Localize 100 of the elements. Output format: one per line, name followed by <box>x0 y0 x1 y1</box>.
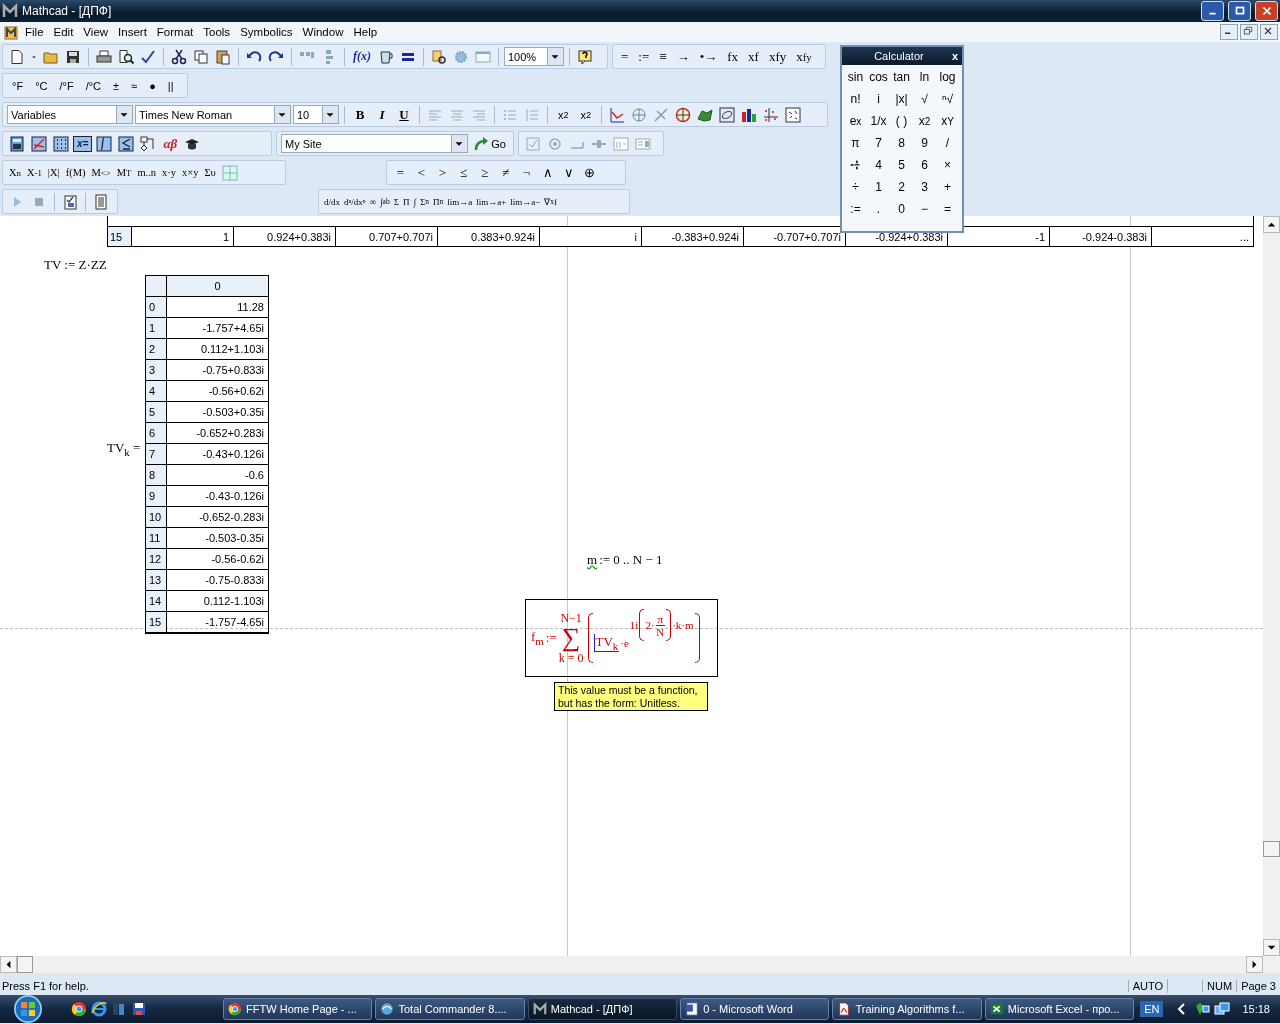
curved-arrow-icon[interactable] <box>473 135 490 152</box>
calculator-key[interactable]: |x| <box>890 88 913 110</box>
calculator-key[interactable]: 1 <box>867 176 890 198</box>
boolean-button[interactable]: > <box>433 162 452 183</box>
vertical-scrollbar[interactable] <box>1263 216 1280 956</box>
calculus-button[interactable]: dⁿ/dxⁿ <box>343 191 367 212</box>
boolean-button[interactable]: ⊕ <box>580 162 599 183</box>
calculator-key[interactable]: 3 <box>913 176 936 198</box>
unit-button[interactable]: /°F <box>54 75 79 96</box>
unit-button[interactable]: °C <box>30 75 53 96</box>
calculus-button[interactable]: ∫ <box>412 191 417 212</box>
unit-button[interactable]: ≈ <box>126 75 143 96</box>
go-button[interactable]: Go <box>470 133 509 154</box>
word-document-icon[interactable] <box>685 1002 700 1016</box>
scroll-thumb[interactable] <box>1263 841 1280 857</box>
calculator-key[interactable]: ÷ <box>844 176 867 198</box>
calculator-key[interactable]: × <box>936 154 959 176</box>
scroll-left-icon[interactable] <box>0 956 17 973</box>
operator-button[interactable]: := <box>634 46 654 67</box>
round-logo-icon[interactable] <box>70 1001 87 1017</box>
calculator-key[interactable]: cos <box>867 66 890 88</box>
calculator-key[interactable]: = <box>936 198 959 220</box>
boolean-button[interactable]: ¬ <box>517 162 536 183</box>
calculator-icon[interactable] <box>7 133 27 154</box>
operator-button[interactable]: •→ <box>695 46 722 67</box>
calculator-key[interactable]: 2 <box>890 176 913 198</box>
menu-item[interactable]: Window <box>297 26 349 38</box>
operator-button[interactable]: xfy <box>764 46 791 67</box>
menu-item[interactable]: File <box>20 26 49 38</box>
calculator-key[interactable]: + <box>936 176 959 198</box>
scroll-up-icon[interactable] <box>1263 216 1280 233</box>
globe-swirl-icon[interactable] <box>380 1002 395 1016</box>
style-dropdown[interactable]: Variables <box>7 105 133 124</box>
dot-grid-icon[interactable] <box>51 133 71 154</box>
calculus-button[interactable]: d/dx <box>323 191 341 212</box>
calculator-key[interactable]: . <box>867 198 890 220</box>
unit-button[interactable]: °F <box>7 75 29 96</box>
graph-axes-icon[interactable] <box>29 133 49 154</box>
boolean-button[interactable]: ≠ <box>496 162 515 183</box>
calculus-button[interactable]: lim→a <box>446 191 474 212</box>
book-stack-icon[interactable] <box>110 1001 127 1017</box>
scroll-right-icon[interactable] <box>1246 956 1263 973</box>
evaluation-button[interactable]: x= <box>73 135 93 152</box>
calculator-key[interactable]: 8 <box>890 132 913 154</box>
calculator-key[interactable]: ⁿ√ <box>936 88 959 110</box>
calculator-key[interactable]: tan <box>890 66 913 88</box>
operator-button[interactable]: → <box>672 46 694 67</box>
horizontal-scrollbar[interactable] <box>0 956 1280 973</box>
integral-box-icon[interactable] <box>94 133 115 154</box>
calculator-key[interactable]: / <box>936 132 959 154</box>
calculator-key[interactable]: 5 <box>890 154 913 176</box>
contour-icon[interactable] <box>717 104 738 125</box>
matrix-button[interactable]: |X| <box>45 162 62 183</box>
matrix-button[interactable]: Συ <box>202 162 218 183</box>
close-button[interactable]: x <box>951 50 958 62</box>
comparison-box-icon[interactable] <box>116 133 137 154</box>
taskbar-button[interactable]: Microsoft Excel - про... <box>984 998 1135 1020</box>
taskbar-button[interactable]: Mathcad - [ДПФ] <box>527 998 678 1020</box>
bold-button[interactable]: B <box>350 104 370 125</box>
taskbar-button[interactable]: Total Commander 8.... <box>375 998 525 1020</box>
calculator-key[interactable]: 7 <box>867 132 890 154</box>
underline-button[interactable]: U <box>394 104 414 125</box>
operator-button[interactable]: ≡ <box>655 46 671 67</box>
m-logo-icon[interactable] <box>532 1002 547 1016</box>
calculator-key[interactable]: − <box>913 198 936 220</box>
menu-item[interactable]: Help <box>348 26 383 38</box>
taskbar-button[interactable]: FFTW Home Page - ... <box>223 998 373 1020</box>
unit-button[interactable]: /°C <box>80 75 107 96</box>
language-indicator[interactable]: EN <box>1140 1001 1164 1017</box>
boolean-button[interactable]: ≤ <box>454 162 473 183</box>
font-size-dropdown[interactable]: 10 <box>293 105 339 124</box>
calculator-key[interactable]: i <box>867 88 890 110</box>
site-dropdown[interactable]: My Site <box>281 134 469 153</box>
calculator-key[interactable]: 1/x <box>867 110 890 132</box>
unit-button[interactable]: ± <box>108 75 125 96</box>
spreadsheet-icon[interactable] <box>989 1002 1004 1016</box>
taskbar-button[interactable]: 0 - Microsoft Word <box>680 998 830 1020</box>
pdf-document-icon[interactable] <box>837 1002 852 1016</box>
taskbar-button[interactable]: Training Algorithms f... <box>832 998 982 1020</box>
matrix-button[interactable]: m..n <box>135 162 159 183</box>
menu-item[interactable]: Symbolics <box>235 26 298 38</box>
boolean-button[interactable]: = <box>391 162 410 183</box>
operator-button[interactable]: fx <box>723 46 743 67</box>
round-logo-icon[interactable] <box>228 1002 243 1016</box>
floppy-icon[interactable] <box>130 1001 147 1017</box>
calculator-key[interactable]: 6 <box>913 154 936 176</box>
vector-field-icon[interactable] <box>783 104 804 125</box>
calculator-key[interactable]: n! <box>844 88 867 110</box>
shield-tray-icon[interactable] <box>1194 1001 1211 1017</box>
calculator-key[interactable]: 0 <box>890 198 913 220</box>
calculus-button[interactable]: ∞ <box>368 191 378 212</box>
scroll-thumb[interactable] <box>17 956 33 973</box>
menu-item[interactable]: Edit <box>48 26 79 38</box>
matrix-button[interactable]: x×y <box>180 162 201 183</box>
font-dropdown[interactable]: Times New Roman <box>135 105 291 124</box>
function-button[interactable]: f(x) <box>350 46 374 67</box>
greek-button[interactable]: αβ <box>160 133 181 154</box>
zoom-dropdown[interactable]: 100% <box>504 47 564 66</box>
matrix-button[interactable]: f(M) <box>63 162 88 183</box>
operator-button[interactable]: xf <box>744 46 763 67</box>
